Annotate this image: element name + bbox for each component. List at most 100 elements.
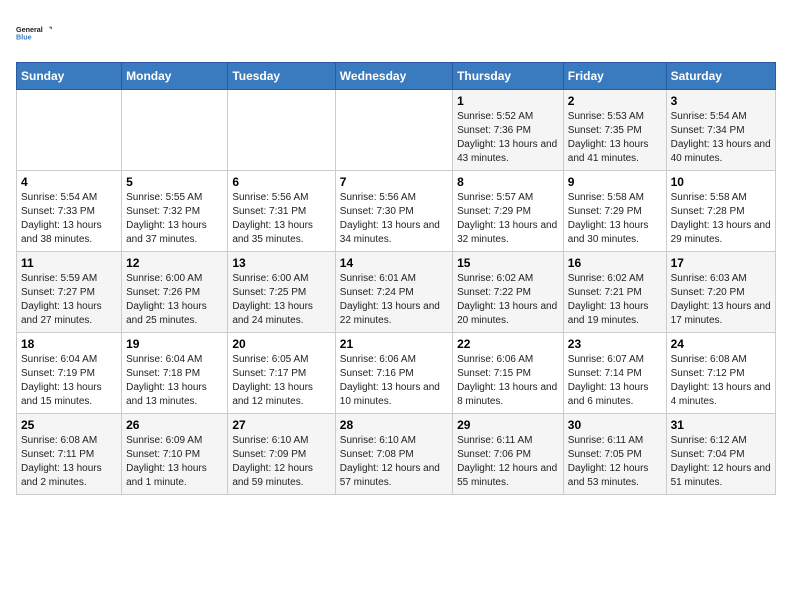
cell-0-5: 2 Sunrise: 5:53 AMSunset: 7:35 PMDayligh… — [563, 90, 666, 171]
cell-1-1: 5 Sunrise: 5:55 AMSunset: 7:32 PMDayligh… — [122, 171, 228, 252]
day-number: 1 — [457, 94, 559, 108]
cell-2-0: 11 Sunrise: 5:59 AMSunset: 7:27 PMDaylig… — [17, 252, 122, 333]
day-number: 4 — [21, 175, 117, 189]
day-number: 10 — [671, 175, 771, 189]
day-info: Sunrise: 6:00 AMSunset: 7:25 PMDaylight:… — [232, 272, 330, 328]
day-number: 23 — [568, 337, 662, 351]
day-info: Sunrise: 6:11 AMSunset: 7:05 PMDaylight:… — [568, 434, 662, 490]
header-tuesday: Tuesday — [228, 63, 335, 90]
cell-0-0 — [17, 90, 122, 171]
day-number: 6 — [232, 175, 330, 189]
cell-2-2: 13 Sunrise: 6:00 AMSunset: 7:25 PMDaylig… — [228, 252, 335, 333]
cell-3-6: 24 Sunrise: 6:08 AMSunset: 7:12 PMDaylig… — [666, 333, 775, 414]
cell-4-6: 31 Sunrise: 6:12 AMSunset: 7:04 PMDaylig… — [666, 414, 775, 495]
day-number: 14 — [340, 256, 448, 270]
cell-2-5: 16 Sunrise: 6:02 AMSunset: 7:21 PMDaylig… — [563, 252, 666, 333]
cell-0-6: 3 Sunrise: 5:54 AMSunset: 7:34 PMDayligh… — [666, 90, 775, 171]
cell-1-4: 8 Sunrise: 5:57 AMSunset: 7:29 PMDayligh… — [453, 171, 564, 252]
week-row-2: 4 Sunrise: 5:54 AMSunset: 7:33 PMDayligh… — [17, 171, 776, 252]
day-info: Sunrise: 5:59 AMSunset: 7:27 PMDaylight:… — [21, 272, 117, 328]
day-number: 5 — [126, 175, 223, 189]
day-number: 15 — [457, 256, 559, 270]
day-number: 26 — [126, 418, 223, 432]
header-sunday: Sunday — [17, 63, 122, 90]
cell-4-3: 28 Sunrise: 6:10 AMSunset: 7:08 PMDaylig… — [335, 414, 452, 495]
day-number: 31 — [671, 418, 771, 432]
day-number: 20 — [232, 337, 330, 351]
day-info: Sunrise: 6:06 AMSunset: 7:15 PMDaylight:… — [457, 353, 559, 409]
day-info: Sunrise: 5:58 AMSunset: 7:28 PMDaylight:… — [671, 191, 771, 247]
day-info: Sunrise: 5:54 AMSunset: 7:34 PMDaylight:… — [671, 110, 771, 166]
week-row-4: 18 Sunrise: 6:04 AMSunset: 7:19 PMDaylig… — [17, 333, 776, 414]
header-saturday: Saturday — [666, 63, 775, 90]
cell-4-4: 29 Sunrise: 6:11 AMSunset: 7:06 PMDaylig… — [453, 414, 564, 495]
cell-2-1: 12 Sunrise: 6:00 AMSunset: 7:26 PMDaylig… — [122, 252, 228, 333]
svg-text:Blue: Blue — [16, 32, 32, 41]
day-number: 7 — [340, 175, 448, 189]
day-number: 3 — [671, 94, 771, 108]
cell-2-4: 15 Sunrise: 6:02 AMSunset: 7:22 PMDaylig… — [453, 252, 564, 333]
calendar-table: SundayMondayTuesdayWednesdayThursdayFrid… — [16, 62, 776, 495]
cell-1-6: 10 Sunrise: 5:58 AMSunset: 7:28 PMDaylig… — [666, 171, 775, 252]
day-info: Sunrise: 5:56 AMSunset: 7:30 PMDaylight:… — [340, 191, 448, 247]
day-info: Sunrise: 6:02 AMSunset: 7:21 PMDaylight:… — [568, 272, 662, 328]
header: General Blue — [16, 16, 776, 52]
day-number: 30 — [568, 418, 662, 432]
day-number: 11 — [21, 256, 117, 270]
day-info: Sunrise: 6:10 AMSunset: 7:09 PMDaylight:… — [232, 434, 330, 490]
day-info: Sunrise: 6:00 AMSunset: 7:26 PMDaylight:… — [126, 272, 223, 328]
cell-0-1 — [122, 90, 228, 171]
cell-3-1: 19 Sunrise: 6:04 AMSunset: 7:18 PMDaylig… — [122, 333, 228, 414]
day-info: Sunrise: 5:58 AMSunset: 7:29 PMDaylight:… — [568, 191, 662, 247]
day-number: 9 — [568, 175, 662, 189]
logo-svg: General Blue — [16, 16, 52, 52]
day-number: 29 — [457, 418, 559, 432]
cell-1-5: 9 Sunrise: 5:58 AMSunset: 7:29 PMDayligh… — [563, 171, 666, 252]
cell-2-3: 14 Sunrise: 6:01 AMSunset: 7:24 PMDaylig… — [335, 252, 452, 333]
header-row: SundayMondayTuesdayWednesdayThursdayFrid… — [17, 63, 776, 90]
cell-0-2 — [228, 90, 335, 171]
day-number: 22 — [457, 337, 559, 351]
day-info: Sunrise: 6:10 AMSunset: 7:08 PMDaylight:… — [340, 434, 448, 490]
day-info: Sunrise: 5:56 AMSunset: 7:31 PMDaylight:… — [232, 191, 330, 247]
cell-1-0: 4 Sunrise: 5:54 AMSunset: 7:33 PMDayligh… — [17, 171, 122, 252]
day-info: Sunrise: 6:07 AMSunset: 7:14 PMDaylight:… — [568, 353, 662, 409]
cell-3-3: 21 Sunrise: 6:06 AMSunset: 7:16 PMDaylig… — [335, 333, 452, 414]
day-info: Sunrise: 6:05 AMSunset: 7:17 PMDaylight:… — [232, 353, 330, 409]
week-row-5: 25 Sunrise: 6:08 AMSunset: 7:11 PMDaylig… — [17, 414, 776, 495]
day-info: Sunrise: 6:08 AMSunset: 7:12 PMDaylight:… — [671, 353, 771, 409]
cell-4-0: 25 Sunrise: 6:08 AMSunset: 7:11 PMDaylig… — [17, 414, 122, 495]
cell-0-3 — [335, 90, 452, 171]
day-number: 21 — [340, 337, 448, 351]
day-number: 12 — [126, 256, 223, 270]
day-info: Sunrise: 6:06 AMSunset: 7:16 PMDaylight:… — [340, 353, 448, 409]
cell-4-1: 26 Sunrise: 6:09 AMSunset: 7:10 PMDaylig… — [122, 414, 228, 495]
day-info: Sunrise: 6:01 AMSunset: 7:24 PMDaylight:… — [340, 272, 448, 328]
cell-3-2: 20 Sunrise: 6:05 AMSunset: 7:17 PMDaylig… — [228, 333, 335, 414]
week-row-1: 1 Sunrise: 5:52 AMSunset: 7:36 PMDayligh… — [17, 90, 776, 171]
day-number: 18 — [21, 337, 117, 351]
cell-3-4: 22 Sunrise: 6:06 AMSunset: 7:15 PMDaylig… — [453, 333, 564, 414]
header-monday: Monday — [122, 63, 228, 90]
day-number: 17 — [671, 256, 771, 270]
day-info: Sunrise: 6:03 AMSunset: 7:20 PMDaylight:… — [671, 272, 771, 328]
day-info: Sunrise: 5:53 AMSunset: 7:35 PMDaylight:… — [568, 110, 662, 166]
cell-2-6: 17 Sunrise: 6:03 AMSunset: 7:20 PMDaylig… — [666, 252, 775, 333]
day-number: 8 — [457, 175, 559, 189]
day-info: Sunrise: 6:08 AMSunset: 7:11 PMDaylight:… — [21, 434, 117, 490]
cell-4-2: 27 Sunrise: 6:10 AMSunset: 7:09 PMDaylig… — [228, 414, 335, 495]
day-number: 27 — [232, 418, 330, 432]
day-info: Sunrise: 6:12 AMSunset: 7:04 PMDaylight:… — [671, 434, 771, 490]
day-number: 25 — [21, 418, 117, 432]
day-info: Sunrise: 6:02 AMSunset: 7:22 PMDaylight:… — [457, 272, 559, 328]
cell-3-5: 23 Sunrise: 6:07 AMSunset: 7:14 PMDaylig… — [563, 333, 666, 414]
day-number: 28 — [340, 418, 448, 432]
cell-1-3: 7 Sunrise: 5:56 AMSunset: 7:30 PMDayligh… — [335, 171, 452, 252]
day-info: Sunrise: 5:55 AMSunset: 7:32 PMDaylight:… — [126, 191, 223, 247]
day-number: 13 — [232, 256, 330, 270]
cell-1-2: 6 Sunrise: 5:56 AMSunset: 7:31 PMDayligh… — [228, 171, 335, 252]
day-info: Sunrise: 5:52 AMSunset: 7:36 PMDaylight:… — [457, 110, 559, 166]
cell-0-4: 1 Sunrise: 5:52 AMSunset: 7:36 PMDayligh… — [453, 90, 564, 171]
day-info: Sunrise: 5:54 AMSunset: 7:33 PMDaylight:… — [21, 191, 117, 247]
day-info: Sunrise: 6:09 AMSunset: 7:10 PMDaylight:… — [126, 434, 223, 490]
